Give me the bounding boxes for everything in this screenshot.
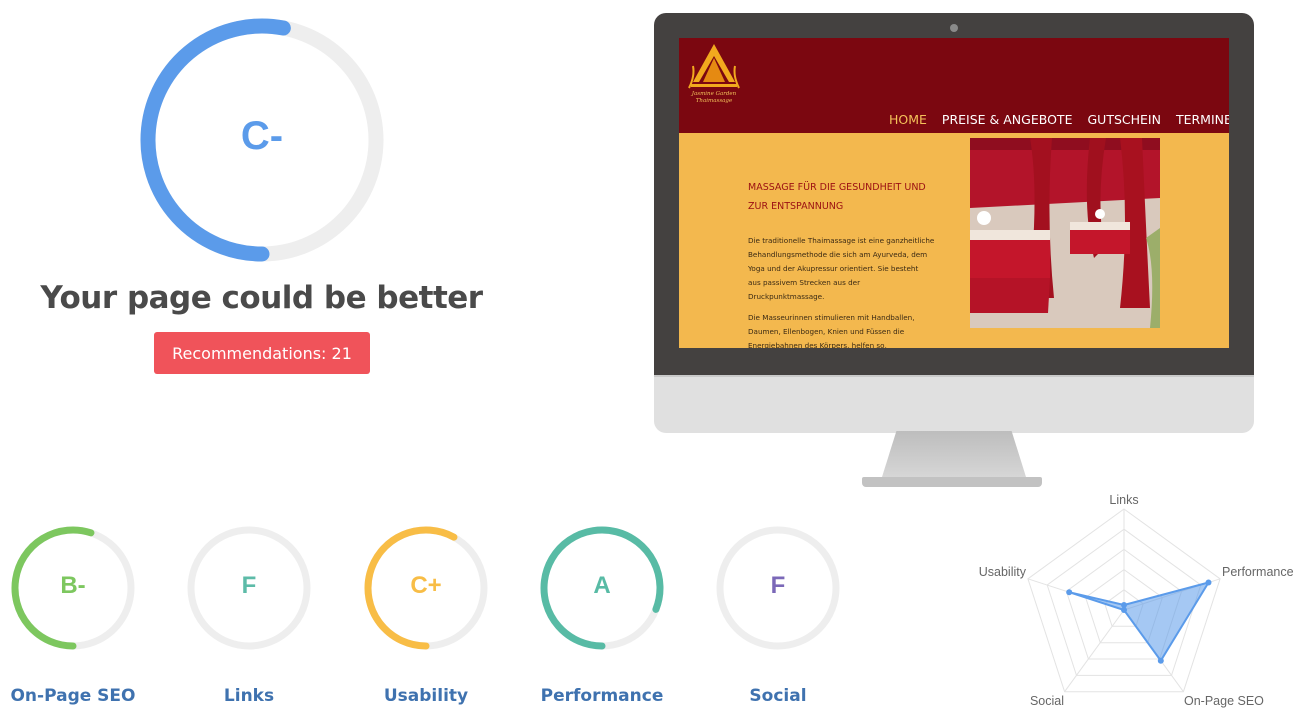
- radar-axis-label: On-Page SEO: [1184, 694, 1264, 708]
- category-label: Social: [749, 686, 807, 706]
- site-paragraph-2: Die Masseurinnen stimulieren mit Handbal…: [748, 311, 948, 348]
- radar-data-point: [1066, 589, 1073, 596]
- site-text-line: Behandlungsmethode die sich am Ayurveda,…: [748, 250, 928, 259]
- radar-axis-label: Links: [1109, 493, 1138, 507]
- category-grade-letter: A: [593, 572, 611, 599]
- site-nav-item: PREISE & ANGEBOTE: [941, 112, 1073, 127]
- massage-room-photo: [970, 138, 1160, 328]
- site-text-line: Die traditionelle Thaimassage ist eine g…: [748, 236, 935, 245]
- radar-axis-label: Social: [1030, 694, 1064, 708]
- site-paragraph-1: Die traditionelle Thaimassage ist eine g…: [748, 234, 948, 304]
- monitor-stand-neck: [882, 431, 1026, 477]
- site-header: Jasmine Garden Thaimassage HOME PREISE & …: [679, 38, 1229, 133]
- monitor-camera: [950, 24, 958, 32]
- monitor-chin: [654, 375, 1254, 433]
- recommendations-button[interactable]: Recommendations: 21: [154, 332, 370, 374]
- site-nav-item: HOME: [889, 112, 927, 127]
- overall-grade-letter: C-: [240, 113, 284, 158]
- site-text-line: Daumen, Ellenbogen, Knien und Füssen die: [748, 327, 905, 336]
- website-screenshot: Jasmine Garden Thaimassage HOME PREISE & …: [679, 38, 1229, 348]
- site-logo-line-2: Thaimassage: [696, 98, 733, 104]
- category-gauge-usability: C+: [361, 523, 491, 653]
- category-radar-chart: Links Performance On-Page SEO Social Usabili…: [979, 493, 1294, 708]
- site-nav-item: TERMINE: [1175, 112, 1229, 127]
- category-gauge-social: F: [713, 523, 843, 653]
- category-gauge-on-page-seo: B-: [8, 523, 138, 653]
- category-label: Usability: [383, 686, 469, 706]
- site-text-line: Druckpunktmassage.: [748, 292, 825, 301]
- category-grade-letter: F: [241, 572, 257, 599]
- overall-grade-gauge: C-: [140, 18, 384, 262]
- category-grade-letter: C+: [410, 572, 442, 599]
- radar-data-point: [1121, 607, 1127, 613]
- category-label: On-Page SEO: [10, 686, 136, 706]
- radar-spoke: [1064, 609, 1125, 692]
- category-gauge-performance: A: [537, 523, 667, 653]
- category-grade-letter: F: [770, 572, 786, 599]
- site-text-line: aus passivem Strecken aus der: [748, 278, 861, 287]
- monitor-bezel: Jasmine Garden Thaimassage HOME PREISE & …: [654, 13, 1254, 375]
- site-heading-line: ZUR ENTSPANNUNG: [748, 201, 844, 212]
- site-heading: MASSAGE FÜR DIE GESUNDHEIT UND ZUR ENTSP…: [748, 178, 943, 216]
- site-logo-line-1: Jasmine Garden: [691, 91, 737, 97]
- site-text-line: Yoga und der Akupressur orientiert. Sie …: [748, 264, 919, 273]
- site-heading-line: MASSAGE FÜR DIE GESUNDHEIT UND: [748, 182, 926, 193]
- radar-axis-label: Usability: [979, 565, 1027, 579]
- website-preview-monitor: Jasmine Garden Thaimassage HOME PREISE & …: [654, 13, 1254, 488]
- radar-data-point: [1157, 657, 1164, 664]
- monitor-stand-base: [862, 477, 1042, 487]
- category-grade-letter: B-: [60, 572, 86, 599]
- site-text-line: Energiebahnen des Körpers, helfen so,: [748, 341, 887, 348]
- site-nav-item: GUTSCHEIN: [1087, 112, 1161, 127]
- category-gauge-links: F: [184, 523, 314, 653]
- category-label: Performance: [540, 686, 664, 706]
- site-navigation: HOME PREISE & ANGEBOTE GUTSCHEIN TERMINE: [889, 112, 1229, 127]
- radar-axis-label: Performance: [1222, 565, 1294, 579]
- page-verdict-headline: Your page could be better: [40, 280, 483, 316]
- category-label: Links: [223, 686, 275, 706]
- radar-data-point: [1205, 579, 1212, 586]
- site-logo-icon: Jasmine Garden Thaimassage: [688, 44, 740, 104]
- site-text-line: Die Masseurinnen stimulieren mit Handbal…: [748, 313, 915, 322]
